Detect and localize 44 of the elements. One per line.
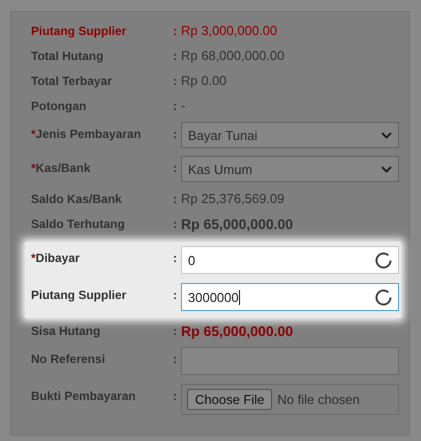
choose-file-button[interactable]: Choose File (187, 389, 272, 410)
field-label: Piutang Supplier (31, 287, 128, 302)
colon: : (173, 74, 178, 88)
colon: : (173, 324, 178, 338)
field-value: Rp 65,000,000.00 (181, 322, 294, 338)
field-label: *Jenis Pembayaran (31, 126, 142, 141)
field-value: Rp 0.00 (181, 73, 228, 88)
chevron-down-icon (381, 132, 392, 138)
colon: : (173, 24, 178, 38)
select-field[interactable]: Kas Umum (181, 156, 399, 182)
field-label: Bukti Pembayaran (31, 388, 137, 403)
colon: : (173, 250, 178, 265)
select-field[interactable]: Bayar Tunai (181, 122, 399, 148)
field-value: - (181, 98, 186, 113)
field-label: Saldo Kas/Bank (31, 192, 123, 206)
colon: : (173, 126, 178, 141)
colon: : (173, 48, 178, 62)
spinner-icon (375, 252, 392, 268)
field-value: Rp 65,000,000.00 (181, 216, 294, 232)
field-label: Sisa Hutang (31, 324, 102, 338)
colon: : (173, 216, 178, 230)
colon: : (173, 351, 178, 366)
colon: : (173, 287, 178, 302)
field-value: Rp 68,000,000.00 (181, 48, 286, 63)
field-label: Potongan (31, 98, 88, 112)
field-label: No Referensi (31, 351, 106, 366)
spinner-icon (375, 288, 392, 306)
field-label: Total Terbayar (31, 74, 113, 88)
colon: : (173, 160, 178, 175)
field-value: Rp 3,000,000.00 (181, 23, 278, 38)
field-label: Total Hutang (31, 48, 104, 62)
file-status: No file chosen (277, 392, 360, 407)
input-field[interactable] (181, 347, 399, 375)
field-label: Saldo Terhutang (31, 216, 126, 230)
field-label: *Kas/Bank (31, 160, 92, 175)
colon: : (173, 192, 178, 206)
field-label: *Dibayar (31, 250, 81, 265)
input-field[interactable]: 3000000 (181, 283, 399, 311)
colon: : (173, 388, 178, 403)
input-field[interactable]: 0 (181, 246, 399, 274)
colon: : (173, 98, 178, 112)
chevron-down-icon (381, 166, 392, 172)
field-value: Rp 25,376,569.09 (181, 191, 286, 206)
field-label: Piutang Supplier (31, 24, 128, 38)
